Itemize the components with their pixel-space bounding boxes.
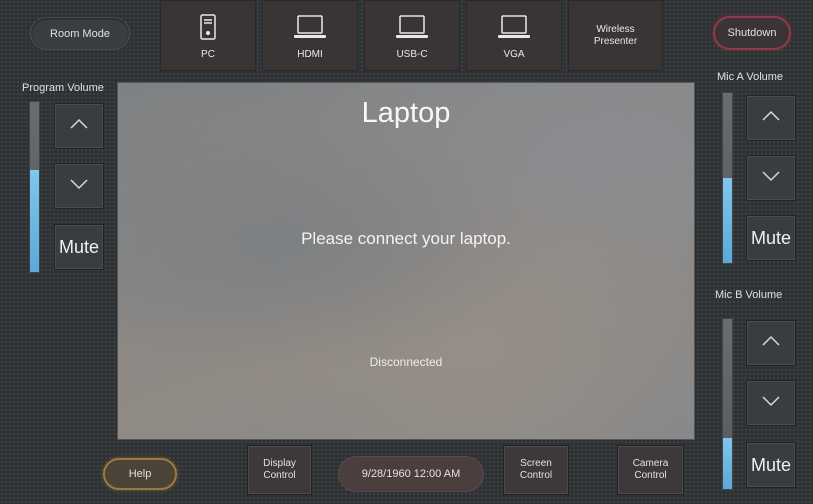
connection-status: Disconnected <box>369 355 443 369</box>
source-title: Laptop <box>361 97 451 129</box>
camera-control-button[interactable]: Camera Control <box>617 445 684 495</box>
screen-control-button[interactable]: Screen Control <box>503 445 569 495</box>
program-volume-slider[interactable] <box>29 101 40 273</box>
datetime-display: 9/28/1960 12:00 AM <box>338 456 484 492</box>
mic-b-mute-button[interactable]: Mute <box>746 442 796 488</box>
program-volume-level <box>30 170 39 272</box>
chevron-up-icon <box>761 109 781 127</box>
source-tab-vga[interactable]: VGA <box>466 0 562 71</box>
mic-a-volume-slider[interactable] <box>722 92 733 264</box>
connect-message: Please connect your laptop. <box>301 229 511 248</box>
program-mute-button[interactable]: Mute <box>54 224 104 270</box>
laptop-icon <box>394 14 430 43</box>
mic-b-volume-down-button[interactable] <box>746 380 796 426</box>
laptop-icon <box>496 14 532 43</box>
room-mode-button[interactable]: Room Mode <box>30 17 130 50</box>
mic-a-volume-up-button[interactable] <box>746 95 796 141</box>
laptop-icon <box>292 14 328 43</box>
source-label: PC <box>201 49 215 60</box>
mic-b-volume-slider[interactable] <box>722 318 733 490</box>
program-volume-up-button[interactable] <box>54 103 104 149</box>
chevron-down-icon <box>761 169 781 187</box>
source-tab-pc[interactable]: PC <box>160 0 256 71</box>
source-label: Wireless Presenter <box>593 23 638 47</box>
display-control-button[interactable]: Display Control <box>247 445 312 495</box>
mic-b-volume-up-button[interactable] <box>746 320 796 366</box>
source-label: USB-C <box>396 49 428 60</box>
pc-tower-icon <box>200 14 216 43</box>
chevron-up-icon <box>69 117 89 135</box>
mic-b-volume-level <box>723 438 732 489</box>
shutdown-button[interactable]: Shutdown <box>713 16 791 50</box>
source-tab-wireless-presenter[interactable]: Wireless Presenter <box>568 0 663 71</box>
source-tab-hdmi[interactable]: HDMI <box>262 0 358 71</box>
program-volume-down-button[interactable] <box>54 163 104 209</box>
source-label: HDMI <box>297 49 323 60</box>
mic-a-volume-down-button[interactable] <box>746 155 796 201</box>
mic-b-volume-label: Mic B Volume <box>715 289 783 301</box>
source-tab-usb-c[interactable]: USB-C <box>364 0 460 71</box>
mic-a-mute-button[interactable]: Mute <box>746 215 796 261</box>
mic-a-volume-level <box>723 178 732 263</box>
mic-a-volume-label: Mic A Volume <box>717 71 784 83</box>
program-volume-label: Program Volume <box>22 82 104 94</box>
chevron-down-icon <box>69 177 89 195</box>
source-label: VGA <box>503 49 525 60</box>
chevron-down-icon <box>761 394 781 412</box>
chevron-up-icon <box>761 334 781 352</box>
help-button[interactable]: Help <box>103 458 177 490</box>
source-preview-panel: Laptop Please connect your laptop. Disco… <box>117 82 695 440</box>
